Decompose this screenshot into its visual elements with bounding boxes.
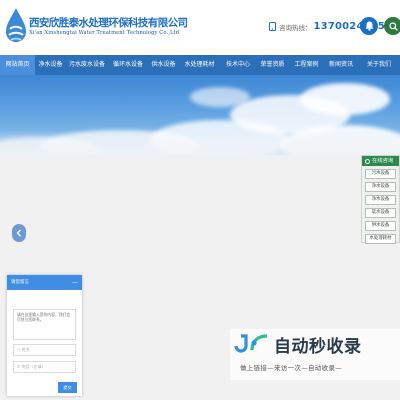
online-service-title: 在线咨询 xyxy=(372,158,394,164)
nav-item-cases[interactable]: 工程案例 xyxy=(289,55,324,75)
nav-item-consumables[interactable]: 水处理耗材 xyxy=(179,55,220,75)
nav-item-supply[interactable]: 供水设备 xyxy=(148,55,179,75)
search-icon xyxy=(388,21,398,31)
page: 西安欣胜泰水处理环保科技有限公司 Xi'an Xinshengtai Water… xyxy=(0,0,400,400)
banner-fade xyxy=(0,130,400,160)
watermark-badge: 自动秒收录 做上链接—来访一次—自动收录— xyxy=(230,329,400,380)
hotline-label: 咨询热线： xyxy=(279,23,312,32)
company-name-cn: 西安欣胜泰水处理环保科技有限公司 xyxy=(29,17,188,29)
nav-item-tech[interactable]: 技术中心 xyxy=(220,55,256,75)
submit-button[interactable]: 提交 xyxy=(58,382,77,393)
bell-icon xyxy=(365,21,373,31)
message-form-title: 请您留言 xyxy=(11,280,29,285)
service-item[interactable]: 供水设备 xyxy=(365,221,396,231)
service-item[interactable]: 污水设备 xyxy=(365,169,396,179)
water-drop-logo[interactable] xyxy=(4,7,28,47)
phone-input[interactable]: ✆ 电话（必填） xyxy=(13,361,76,373)
watermark-title: 自动秒收录 xyxy=(274,337,362,357)
bell-button[interactable] xyxy=(360,17,378,35)
phone-placeholder: 电话（必填） xyxy=(21,364,46,369)
message-content-input[interactable] xyxy=(13,309,76,340)
main-nav: 网站首页 净水设备 污水废水设备 循环水设备 供水设备 水处理耗材 技术中心 荣… xyxy=(0,55,400,75)
name-input[interactable]: ⚇ 姓名 xyxy=(13,344,76,356)
minimize-button[interactable]: — xyxy=(72,275,78,290)
watermark-subtitle: 做上链接—来访一次—自动收录— xyxy=(240,364,342,372)
nav-item-home[interactable]: 网站首页 xyxy=(0,55,35,75)
service-item[interactable]: 净水设备 xyxy=(365,195,396,205)
message-form-header: 请您留言 — xyxy=(7,275,82,290)
phone-icon xyxy=(269,22,276,31)
company-name-en: Xi'an Xinshengtai Water Treatment Techno… xyxy=(29,30,180,36)
chat-icon xyxy=(365,158,370,164)
nav-item-circulating[interactable]: 循环水设备 xyxy=(108,55,148,75)
hotline-number[interactable]: 13700243856 xyxy=(314,21,393,32)
site-header: 西安欣胜泰水处理环保科技有限公司 Xi'an Xinshengtai Water… xyxy=(0,0,400,55)
service-item[interactable]: 净水设备 xyxy=(365,182,396,192)
service-item[interactable]: 软水设备 xyxy=(365,208,396,218)
nav-item-news[interactable]: 新闻资讯 xyxy=(324,55,358,75)
nav-item-wastewater[interactable]: 污水废水设备 xyxy=(66,55,108,75)
watermark-logo xyxy=(234,334,268,353)
carousel-prev-button[interactable] xyxy=(12,224,26,242)
nav-item-honors[interactable]: 荣誉资质 xyxy=(256,55,289,75)
nav-item-about[interactable]: 关于我们 xyxy=(358,55,400,75)
online-service-panel: 在线咨询 污水设备 净水设备 净水设备 软水设备 供水设备 水处理耗材 xyxy=(361,155,400,244)
name-placeholder: 姓名 xyxy=(21,347,30,352)
service-item[interactable]: 水处理耗材 xyxy=(365,234,396,244)
search-button[interactable] xyxy=(384,17,400,35)
online-service-header: 在线咨询 xyxy=(362,156,399,166)
nav-item-purification[interactable]: 净水设备 xyxy=(35,55,66,75)
chevron-left-icon xyxy=(16,229,21,237)
